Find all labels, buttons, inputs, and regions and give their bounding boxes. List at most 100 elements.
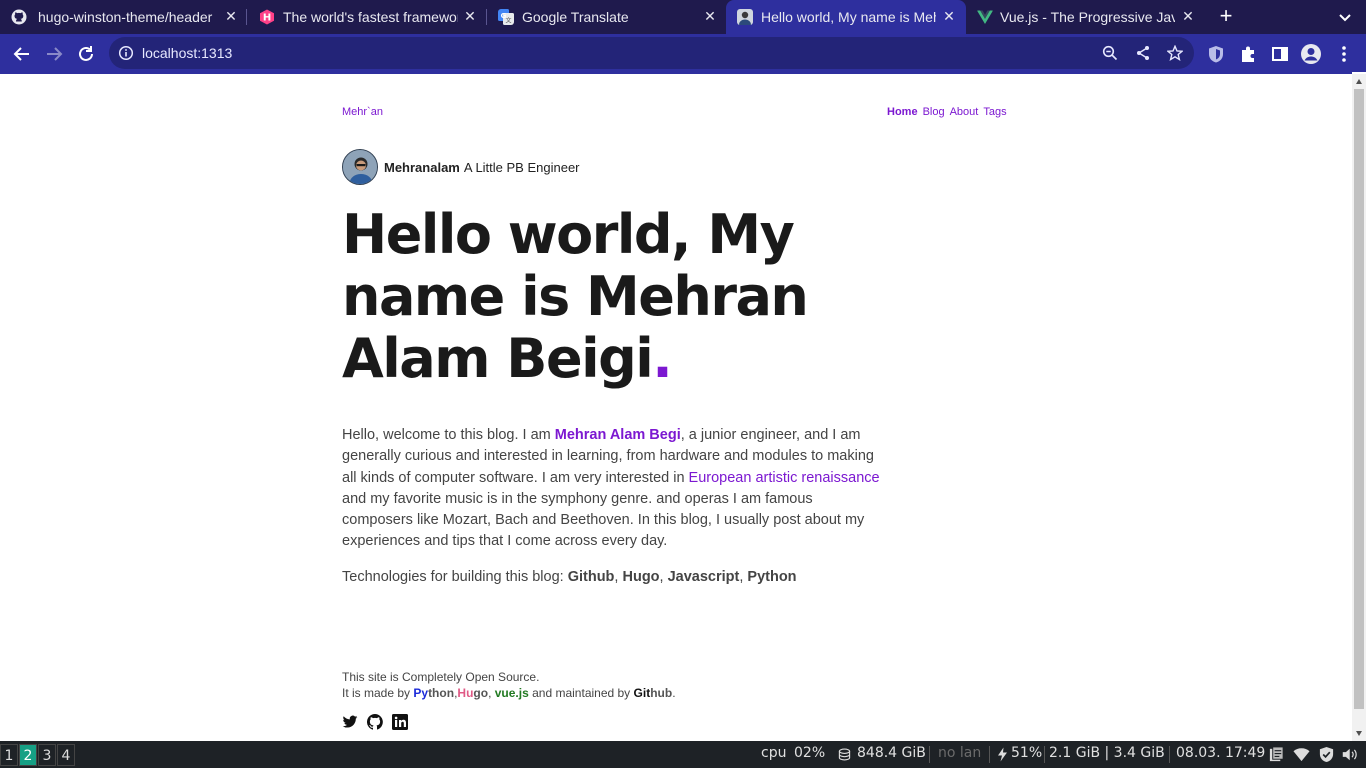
workspace-2[interactable]: 2	[19, 744, 37, 766]
workspace-1[interactable]: 1	[0, 744, 18, 766]
address-bar[interactable]: localhost:1313	[109, 37, 1194, 69]
tab-title: hugo-winston-theme/header	[38, 9, 213, 25]
vue-icon	[977, 10, 993, 24]
new-tab-button[interactable]: +	[1215, 5, 1237, 28]
forward-arrow-icon[interactable]	[43, 43, 65, 65]
taskbar-separator	[929, 746, 930, 763]
profile-avatar-icon[interactable]	[1300, 43, 1322, 65]
page-scrollbar[interactable]	[1352, 74, 1366, 741]
browser-tab-1[interactable]: hugo-winston-theme/header ✕	[0, 0, 246, 34]
footer-hugo-a: Hu	[457, 686, 474, 700]
nav-blog-link[interactable]: Blog	[923, 106, 945, 118]
intro-text-1: Hello, welcome to this blog. I am	[342, 427, 555, 443]
share-icon[interactable]	[1135, 45, 1151, 61]
renaissance-link[interactable]: European artistic renaissance	[689, 470, 880, 486]
system-taskbar: 1 2 3 4 cpu 02% 848.4 GiB no lan 51% 2.1…	[0, 741, 1366, 768]
footer-vue: vue.js	[494, 686, 529, 700]
zoom-icon[interactable]	[1102, 45, 1118, 61]
workspace-4[interactable]: 4	[57, 744, 75, 766]
clock: 08.03. 17:49	[1176, 745, 1266, 761]
tab-search-chevron-icon[interactable]	[1336, 8, 1354, 26]
svg-text:H: H	[263, 13, 271, 24]
github-icon	[11, 9, 27, 25]
web-page-viewport: Mehr`an Home Blog About Tags Mehranalam …	[0, 74, 1352, 741]
site-nav: Home Blog About Tags	[887, 106, 1007, 118]
browser-tab-2[interactable]: H The world's fastest framework ✕	[247, 0, 486, 34]
nav-home-link[interactable]: Home	[887, 106, 918, 118]
author-full-name: Mehran Alam Begi	[554, 427, 681, 443]
security-shield-icon[interactable]	[1318, 746, 1335, 763]
reload-icon[interactable]	[75, 43, 97, 65]
headline-line-3: Alam Beigi	[342, 327, 654, 390]
intro-paragraph: Hello, welcome to this blog. I am Mehran…	[342, 425, 882, 553]
footer-comma: ,	[488, 686, 495, 700]
footer-maintained-text: and maintained by	[528, 686, 634, 700]
nav-tags-link[interactable]: Tags	[983, 106, 1006, 118]
footer-python-a: Py	[413, 686, 429, 700]
tech-sep: ,	[659, 569, 668, 585]
disk-free: 848.4 GiB	[857, 745, 926, 761]
close-tab-icon[interactable]: ✕	[222, 7, 240, 25]
side-panel-icon[interactable]	[1269, 43, 1291, 65]
workspace-3[interactable]: 3	[38, 744, 56, 766]
taskbar-separator	[989, 746, 990, 763]
tech-python: Python	[747, 569, 797, 585]
social-links	[342, 714, 408, 730]
scrollbar-thumb[interactable]	[1354, 89, 1364, 709]
browser-menu-icon[interactable]	[1333, 43, 1355, 65]
headline-line-1: Hello world, My	[342, 203, 795, 266]
browser-tab-3[interactable]: G文 Google Translate ✕	[487, 0, 725, 34]
footer-python-b: thon	[428, 686, 455, 700]
footer-hugo-b: go	[473, 686, 489, 700]
browser-tab-5[interactable]: Vue.js - The Progressive JavaScript ✕	[967, 0, 1207, 34]
footer-github-b: hub	[650, 686, 673, 700]
close-tab-icon[interactable]: ✕	[701, 7, 719, 25]
avatar	[342, 149, 378, 185]
lan-status: no lan	[938, 745, 982, 761]
tech-hugo: Hugo	[622, 569, 660, 585]
tech-label: Technologies for building this blog:	[342, 569, 568, 585]
google-translate-icon: G文	[498, 9, 514, 25]
github-icon[interactable]	[366, 714, 383, 730]
linkedin-icon[interactable]	[392, 714, 408, 730]
author-photo	[343, 150, 377, 184]
twitter-icon[interactable]	[342, 714, 358, 730]
volume-icon[interactable]	[1342, 746, 1359, 763]
browser-tab-strip: hugo-winston-theme/header ✕ H The world'…	[0, 0, 1366, 34]
tech-github: Github	[567, 569, 615, 585]
footer-made-by-text: It is made by	[342, 686, 414, 700]
clipboard-icon[interactable]	[1268, 746, 1285, 763]
tab-title: Google Translate	[522, 9, 629, 25]
hugo-icon: H	[260, 9, 274, 25]
bookmark-star-icon[interactable]	[1167, 45, 1183, 61]
avatar-favicon-icon	[737, 9, 753, 25]
nav-about-link[interactable]: About	[950, 106, 979, 118]
scroll-down-arrow-icon[interactable]	[1355, 729, 1363, 737]
tab-title: Hello world, My name is Mehran	[761, 9, 936, 25]
footer-period: .	[672, 686, 676, 700]
cpu-label: cpu	[761, 745, 787, 761]
wifi-icon[interactable]	[1293, 746, 1310, 763]
site-info-icon[interactable]	[118, 45, 134, 61]
back-arrow-icon[interactable]	[11, 43, 33, 65]
close-tab-icon[interactable]: ✕	[1179, 7, 1197, 25]
shield-extension-icon[interactable]	[1205, 43, 1227, 65]
headline-accent-dot: .	[652, 327, 673, 390]
tech-javascript: Javascript	[667, 569, 740, 585]
battery-percent: 51%	[1011, 745, 1043, 761]
browser-tab-4-active[interactable]: Hello world, My name is Mehran ✕	[726, 0, 966, 34]
taskbar-separator	[1044, 746, 1045, 763]
author-name: Mehranalam	[384, 159, 460, 175]
page-title: Hello world, My name is Mehran Alam Beig…	[342, 204, 902, 390]
extensions-puzzle-icon[interactable]	[1237, 43, 1259, 65]
tab-title: Vue.js - The Progressive JavaScript	[1000, 9, 1175, 25]
headline-line-2: name is Mehran	[342, 265, 809, 328]
scroll-up-arrow-icon[interactable]	[1355, 78, 1363, 86]
intro-text-3: and my favorite music is in the symphony…	[342, 490, 865, 550]
close-tab-icon[interactable]: ✕	[940, 7, 958, 25]
site-brand-link[interactable]: Mehr`an	[342, 106, 383, 118]
close-tab-icon[interactable]: ✕	[461, 7, 479, 25]
footer-made-by: It is made by Python,Hugo, vue.js and ma…	[342, 685, 676, 701]
footer-github-a: Git	[633, 686, 651, 700]
technologies-line: Technologies for building this blog: Git…	[342, 569, 797, 585]
